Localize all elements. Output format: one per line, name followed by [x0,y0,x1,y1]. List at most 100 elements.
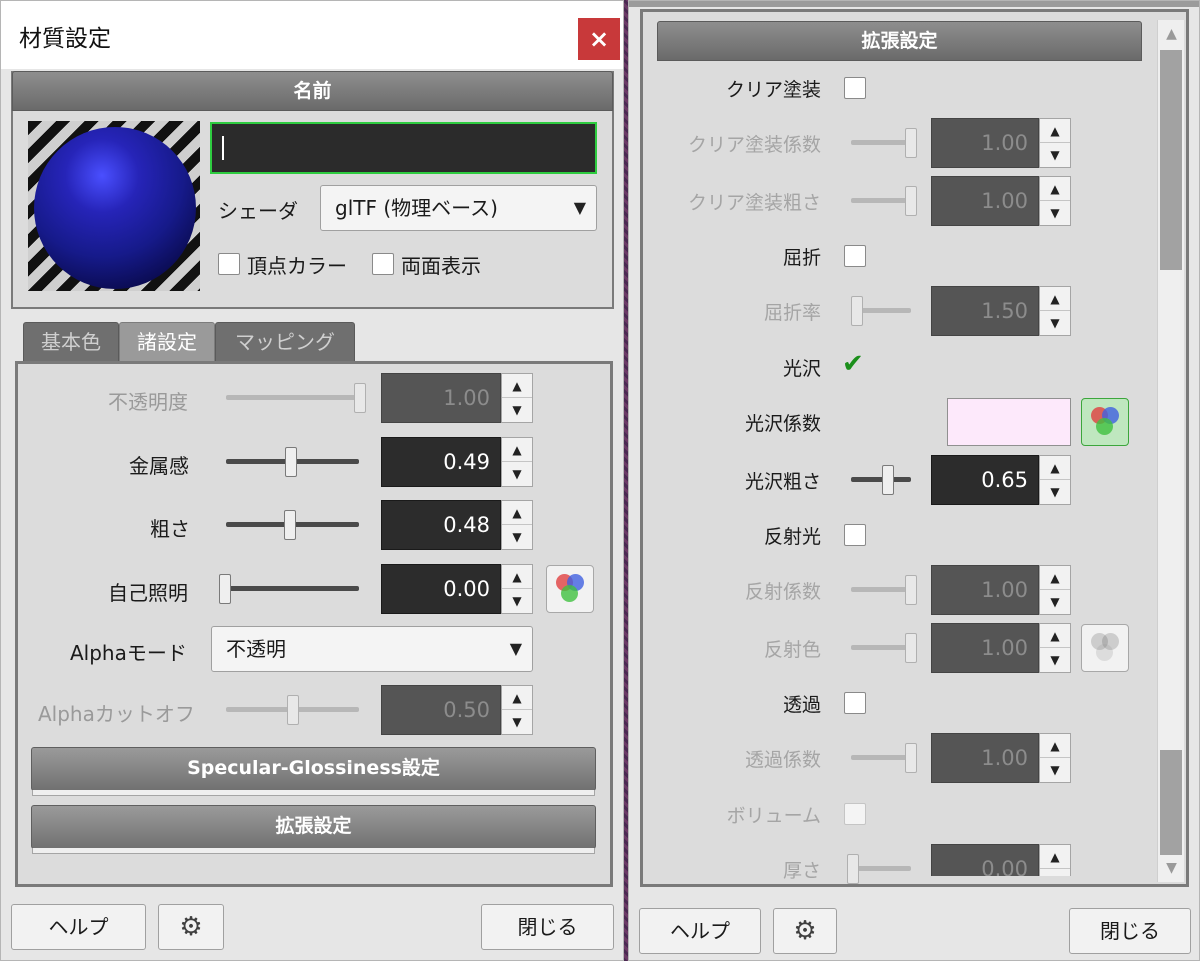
gear-icon[interactable]: ⚙ [158,904,224,950]
sheen-roughness-slider[interactable] [851,465,911,495]
volume-checkbox[interactable] [844,803,866,825]
clearcoat-roughness-input[interactable]: 1.00 [931,176,1039,226]
extended-settings-section-header[interactable]: 拡張設定 [31,805,596,854]
slider-thumb[interactable] [905,186,917,216]
slider-thumb[interactable] [847,854,859,884]
clearcoat-roughness-slider[interactable] [851,186,917,216]
slider-thumb[interactable] [905,128,917,158]
spin-up-icon[interactable]: ▲ [1040,566,1070,590]
transmission-checkbox[interactable] [844,692,866,714]
alpha-cutoff-spinner[interactable]: ▲ ▼ [501,685,533,735]
roughness-input[interactable]: 0.48 [381,500,501,550]
help-button[interactable]: ヘルプ [11,904,146,950]
double-sided-checkbox[interactable] [372,253,394,275]
scroll-up-icon[interactable]: ▲ [1158,20,1185,48]
slider-thumb[interactable] [905,633,917,663]
spin-up-icon[interactable]: ▲ [502,565,532,589]
extended-settings-header[interactable]: 拡張設定 [657,21,1142,61]
specular-color-picker-button[interactable] [1081,624,1129,672]
sheen-checkmark-icon[interactable]: ✔ [842,351,868,377]
alpha-mode-dropdown[interactable]: 不透明 ▼ [211,626,533,672]
emission-slider[interactable] [219,574,359,604]
spin-up-icon[interactable]: ▲ [1040,624,1070,648]
spin-up-icon[interactable]: ▲ [502,438,532,462]
help-button[interactable]: ヘルプ [639,908,761,954]
thickness-input[interactable]: 0.00 [931,844,1039,876]
thickness-spinner[interactable]: ▲ [1039,844,1071,876]
spin-up-icon[interactable]: ▲ [1040,845,1070,869]
alpha-cutoff-input[interactable]: 0.50 [381,685,501,735]
opacity-spinner[interactable]: ▲ ▼ [501,373,533,423]
metallic-spinner[interactable]: ▲ ▼ [501,437,533,487]
title-bar[interactable]: 材質設定 × [1,1,623,69]
sheen-color-picker-button[interactable] [1081,398,1129,446]
spin-down-icon[interactable]: ▼ [1040,590,1070,614]
tab-mapping[interactable]: マッピング [215,322,355,362]
vertex-color-checkbox[interactable] [218,253,240,275]
slider-thumb[interactable] [354,383,366,413]
specular-color-spinner[interactable]: ▲ ▼ [1039,623,1071,673]
specular-color-input[interactable]: 1.00 [931,623,1039,673]
roughness-slider[interactable] [226,510,359,540]
clearcoat-factor-slider[interactable] [851,128,917,158]
slider-thumb[interactable] [219,574,231,604]
specular-factor-input[interactable]: 1.00 [931,565,1039,615]
alpha-cutoff-slider[interactable] [226,695,359,725]
slider-thumb[interactable] [905,575,917,605]
spin-down-icon[interactable]: ▼ [502,525,532,549]
emission-input[interactable]: 0.00 [381,564,501,614]
sheen-roughness-spinner[interactable]: ▲ ▼ [1039,455,1071,505]
spin-down-icon[interactable]: ▼ [502,589,532,613]
specular-checkbox[interactable] [844,524,866,546]
material-name-input[interactable] [210,122,597,174]
close-button[interactable]: 閉じる [481,904,614,950]
spin-down-icon[interactable]: ▼ [1040,201,1070,225]
close-window-button[interactable]: × [578,18,620,60]
spin-up-icon[interactable]: ▲ [1040,734,1070,758]
specular-factor-spinner[interactable]: ▲ ▼ [1039,565,1071,615]
transmission-factor-slider[interactable] [851,743,917,773]
vertical-scrollbar[interactable]: ▲ ▼ [1157,20,1184,882]
roughness-spinner[interactable]: ▲ ▼ [501,500,533,550]
close-button[interactable]: 閉じる [1069,908,1191,954]
opacity-input[interactable]: 1.00 [381,373,501,423]
clearcoat-factor-input[interactable]: 1.00 [931,118,1039,168]
clearcoat-factor-spinner[interactable]: ▲ ▼ [1039,118,1071,168]
opacity-slider[interactable] [226,383,366,413]
spin-up-icon[interactable]: ▲ [1040,456,1070,480]
scroll-down-icon[interactable]: ▼ [1158,854,1185,882]
spin-up-icon[interactable]: ▲ [1040,287,1070,311]
emission-color-picker-button[interactable] [546,565,594,613]
ior-slider[interactable] [851,296,911,326]
spin-down-icon[interactable]: ▼ [1040,758,1070,782]
spin-up-icon[interactable]: ▲ [502,374,532,398]
tab-settings[interactable]: 諸設定 [119,322,215,362]
clearcoat-checkbox[interactable] [844,77,866,99]
transmission-factor-input[interactable]: 1.00 [931,733,1039,783]
transmission-factor-spinner[interactable]: ▲ ▼ [1039,733,1071,783]
spin-down-icon[interactable]: ▼ [502,398,532,422]
specular-factor-slider[interactable] [851,575,917,605]
spin-down-icon[interactable]: ▼ [502,462,532,486]
metallic-input[interactable]: 0.49 [381,437,501,487]
gear-icon[interactable]: ⚙ [773,908,837,954]
spin-down-icon[interactable]: ▼ [1040,648,1070,672]
ior-input[interactable]: 1.50 [931,286,1039,336]
sheen-color-swatch[interactable] [947,398,1071,446]
spin-down-icon[interactable]: ▼ [1040,480,1070,504]
spin-down-icon[interactable]: ▼ [1040,311,1070,335]
slider-thumb[interactable] [285,447,297,477]
specular-color-slider[interactable] [851,633,917,663]
spin-up-icon[interactable]: ▲ [1040,119,1070,143]
spin-up-icon[interactable]: ▲ [502,686,532,710]
emission-spinner[interactable]: ▲ ▼ [501,564,533,614]
slider-thumb[interactable] [284,510,296,540]
spin-up-icon[interactable]: ▲ [1040,177,1070,201]
thickness-slider[interactable] [847,854,911,884]
sheen-roughness-input[interactable]: 0.65 [931,455,1039,505]
name-section-header[interactable]: 名前 [12,71,613,111]
slider-thumb[interactable] [851,296,863,326]
ior-spinner[interactable]: ▲ ▼ [1039,286,1071,336]
slider-thumb[interactable] [882,465,894,495]
scrollbar-thumb[interactable] [1160,50,1182,270]
